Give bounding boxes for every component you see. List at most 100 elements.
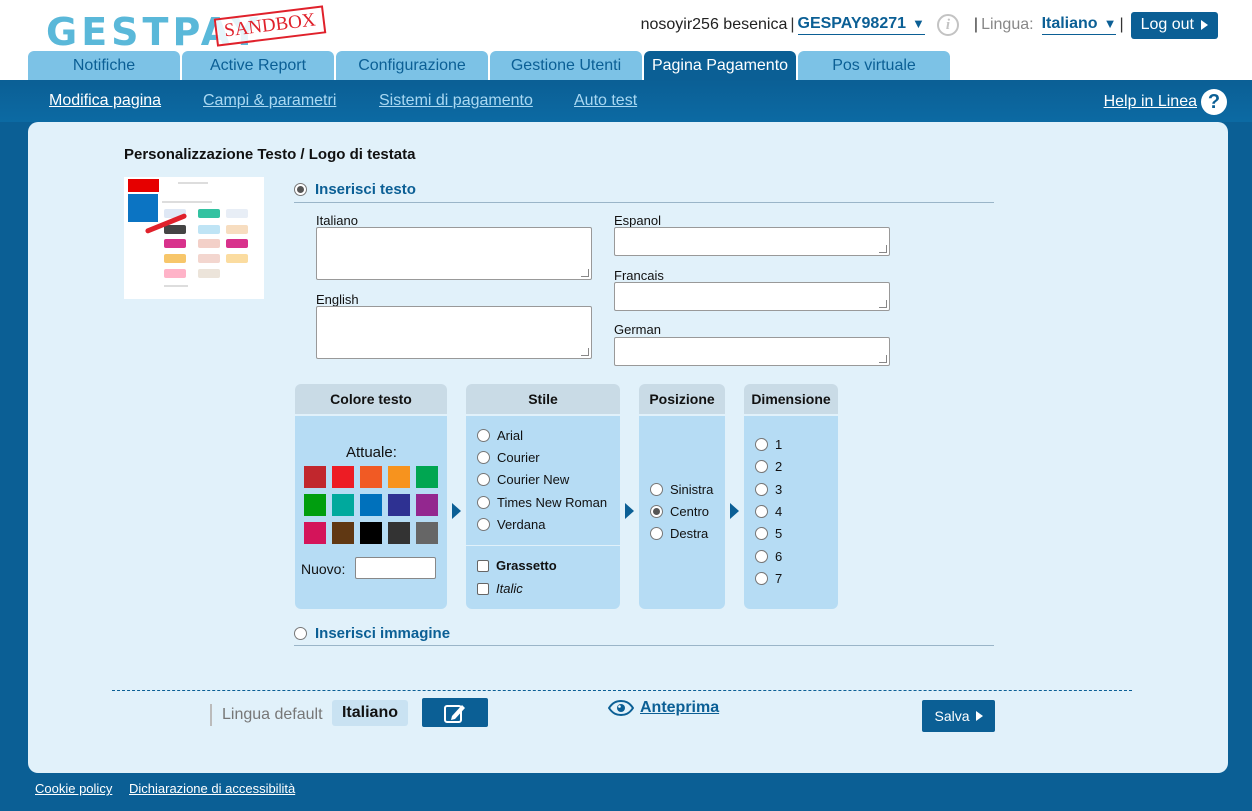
dimensione-label: 1 xyxy=(775,437,783,452)
inserisci-testo-option[interactable]: Inserisci testo xyxy=(294,181,994,203)
english-text-field[interactable] xyxy=(316,306,592,359)
font-radio[interactable] xyxy=(477,473,490,486)
nuovo-color-input[interactable] xyxy=(355,557,436,579)
color-swatch[interactable] xyxy=(360,494,382,516)
italiano-text-field[interactable] xyxy=(316,227,592,280)
color-swatch[interactable] xyxy=(304,494,326,516)
color-swatch[interactable] xyxy=(360,522,382,544)
thumb-chip xyxy=(198,209,220,218)
inserisci-immagine-option[interactable]: Inserisci immagine xyxy=(294,625,994,646)
tab-configurazione[interactable]: Configurazione xyxy=(336,51,488,80)
tab-notifiche[interactable]: Notifiche xyxy=(28,51,180,80)
font-option-courier-new[interactable]: Courier New xyxy=(477,472,569,487)
chevron-down-icon: ▼ xyxy=(912,16,925,31)
dimensione-option-2[interactable]: 2 xyxy=(755,459,782,474)
font-option-times-new-roman[interactable]: Times New Roman xyxy=(477,495,607,510)
dimensione-option-3[interactable]: 3 xyxy=(755,482,782,497)
dimensione-option-7[interactable]: 7 xyxy=(755,571,782,586)
font-radio[interactable] xyxy=(477,518,490,531)
thumb-chip xyxy=(164,239,186,248)
subnav-modifica-pagina[interactable]: Modifica pagina xyxy=(49,92,161,110)
color-swatch[interactable] xyxy=(304,522,326,544)
espanol-text-field[interactable] xyxy=(614,227,890,256)
dimensione-radio[interactable] xyxy=(755,483,768,496)
grassetto-option[interactable]: Grassetto xyxy=(477,558,557,573)
color-swatch[interactable] xyxy=(360,466,382,488)
color-swatch[interactable] xyxy=(332,522,354,544)
thumb-chip xyxy=(226,209,248,218)
color-swatch[interactable] xyxy=(388,494,410,516)
edit-button[interactable] xyxy=(422,698,488,727)
color-swatch[interactable] xyxy=(332,466,354,488)
espanol-label: Espanol xyxy=(614,213,661,228)
help-link[interactable]: Help in Linea ? xyxy=(1104,89,1227,115)
german-text-field[interactable] xyxy=(614,337,890,366)
nuovo-label: Nuovo: xyxy=(301,561,346,577)
tab-pos-virtuale[interactable]: Pos virtuale xyxy=(798,51,950,80)
font-option-courier[interactable]: Courier xyxy=(477,450,540,465)
francais-text-field[interactable] xyxy=(614,282,890,311)
posizione-radio[interactable] xyxy=(650,505,663,518)
dimensione-label: 3 xyxy=(775,482,783,497)
color-swatch[interactable] xyxy=(416,494,438,516)
font-radio[interactable] xyxy=(477,451,490,464)
main-tabs: Notifiche Active Report Configurazione G… xyxy=(28,51,952,80)
inserisci-testo-radio[interactable] xyxy=(294,183,307,196)
accessibility-link[interactable]: Dichiarazione di accessibilità xyxy=(129,781,295,796)
posizione-sinistra[interactable]: Sinistra xyxy=(650,482,713,497)
posizione-destra[interactable]: Destra xyxy=(650,526,708,541)
dimensione-radio[interactable] xyxy=(755,438,768,451)
dimensione-option-1[interactable]: 1 xyxy=(755,437,782,452)
footer: Cookie policy Dichiarazione di accessibi… xyxy=(0,773,1252,811)
subnav-auto-test[interactable]: Auto test xyxy=(574,92,637,110)
subnav-sistemi-pagamento[interactable]: Sistemi di pagamento xyxy=(379,92,533,110)
color-swatch[interactable] xyxy=(332,494,354,516)
tab-gestione-utenti[interactable]: Gestione Utenti xyxy=(490,51,642,80)
anteprima-link[interactable]: Anteprima xyxy=(608,699,719,717)
posizione-radio[interactable] xyxy=(650,483,663,496)
english-label: English xyxy=(316,292,359,307)
font-radio[interactable] xyxy=(477,496,490,509)
cookie-policy-link[interactable]: Cookie policy xyxy=(35,781,112,796)
tab-pagina-pagamento[interactable]: Pagina Pagamento xyxy=(644,51,796,80)
posizione-box: Sinistra Centro Destra xyxy=(639,416,725,609)
thumb-line xyxy=(164,285,188,287)
subnav-campi-parametri[interactable]: Campi & parametri xyxy=(203,92,336,110)
dimensione-option-6[interactable]: 6 xyxy=(755,549,782,564)
dimensione-option-5[interactable]: 5 xyxy=(755,526,782,541)
italic-checkbox[interactable] xyxy=(477,582,489,595)
color-swatch[interactable] xyxy=(304,466,326,488)
arrow-right-icon xyxy=(452,503,461,519)
dimensione-option-4[interactable]: 4 xyxy=(755,504,782,519)
lingua-select[interactable]: Italiano ▼ xyxy=(1041,15,1117,35)
dimensione-radio[interactable] xyxy=(755,527,768,540)
font-option-verdana[interactable]: Verdana xyxy=(477,517,545,532)
color-swatch[interactable] xyxy=(388,466,410,488)
dimensione-radio[interactable] xyxy=(755,460,768,473)
italic-option[interactable]: Italic xyxy=(477,581,523,596)
merchant-code: GESPAY98271 xyxy=(797,15,907,32)
grassetto-checkbox[interactable] xyxy=(477,559,489,572)
arrow-right-icon xyxy=(625,503,634,519)
info-icon[interactable]: i xyxy=(936,14,959,36)
dimensione-radio[interactable] xyxy=(755,505,768,518)
color-swatch[interactable] xyxy=(388,522,410,544)
thumb-chip xyxy=(164,254,186,263)
dimensione-radio[interactable] xyxy=(755,572,768,585)
logout-button[interactable]: Log out xyxy=(1130,11,1218,39)
page-title: Personalizzazione Testo / Logo di testat… xyxy=(124,146,416,163)
grassetto-label: Grassetto xyxy=(496,558,557,573)
font-radio[interactable] xyxy=(477,429,490,442)
dimensione-radio[interactable] xyxy=(755,550,768,563)
inserisci-immagine-radio[interactable] xyxy=(294,627,307,640)
posizione-centro[interactable]: Centro xyxy=(650,504,709,519)
tab-active-report[interactable]: Active Report xyxy=(182,51,334,80)
color-swatch[interactable] xyxy=(416,522,438,544)
salva-button[interactable]: Salva xyxy=(922,700,995,732)
salva-label: Salva xyxy=(934,708,970,724)
merchant-select[interactable]: GESPAY98271 ▼ xyxy=(797,15,925,35)
lingua-value: Italiano xyxy=(1041,15,1098,32)
posizione-radio[interactable] xyxy=(650,527,663,540)
font-option-arial[interactable]: Arial xyxy=(477,428,523,443)
color-swatch[interactable] xyxy=(416,466,438,488)
